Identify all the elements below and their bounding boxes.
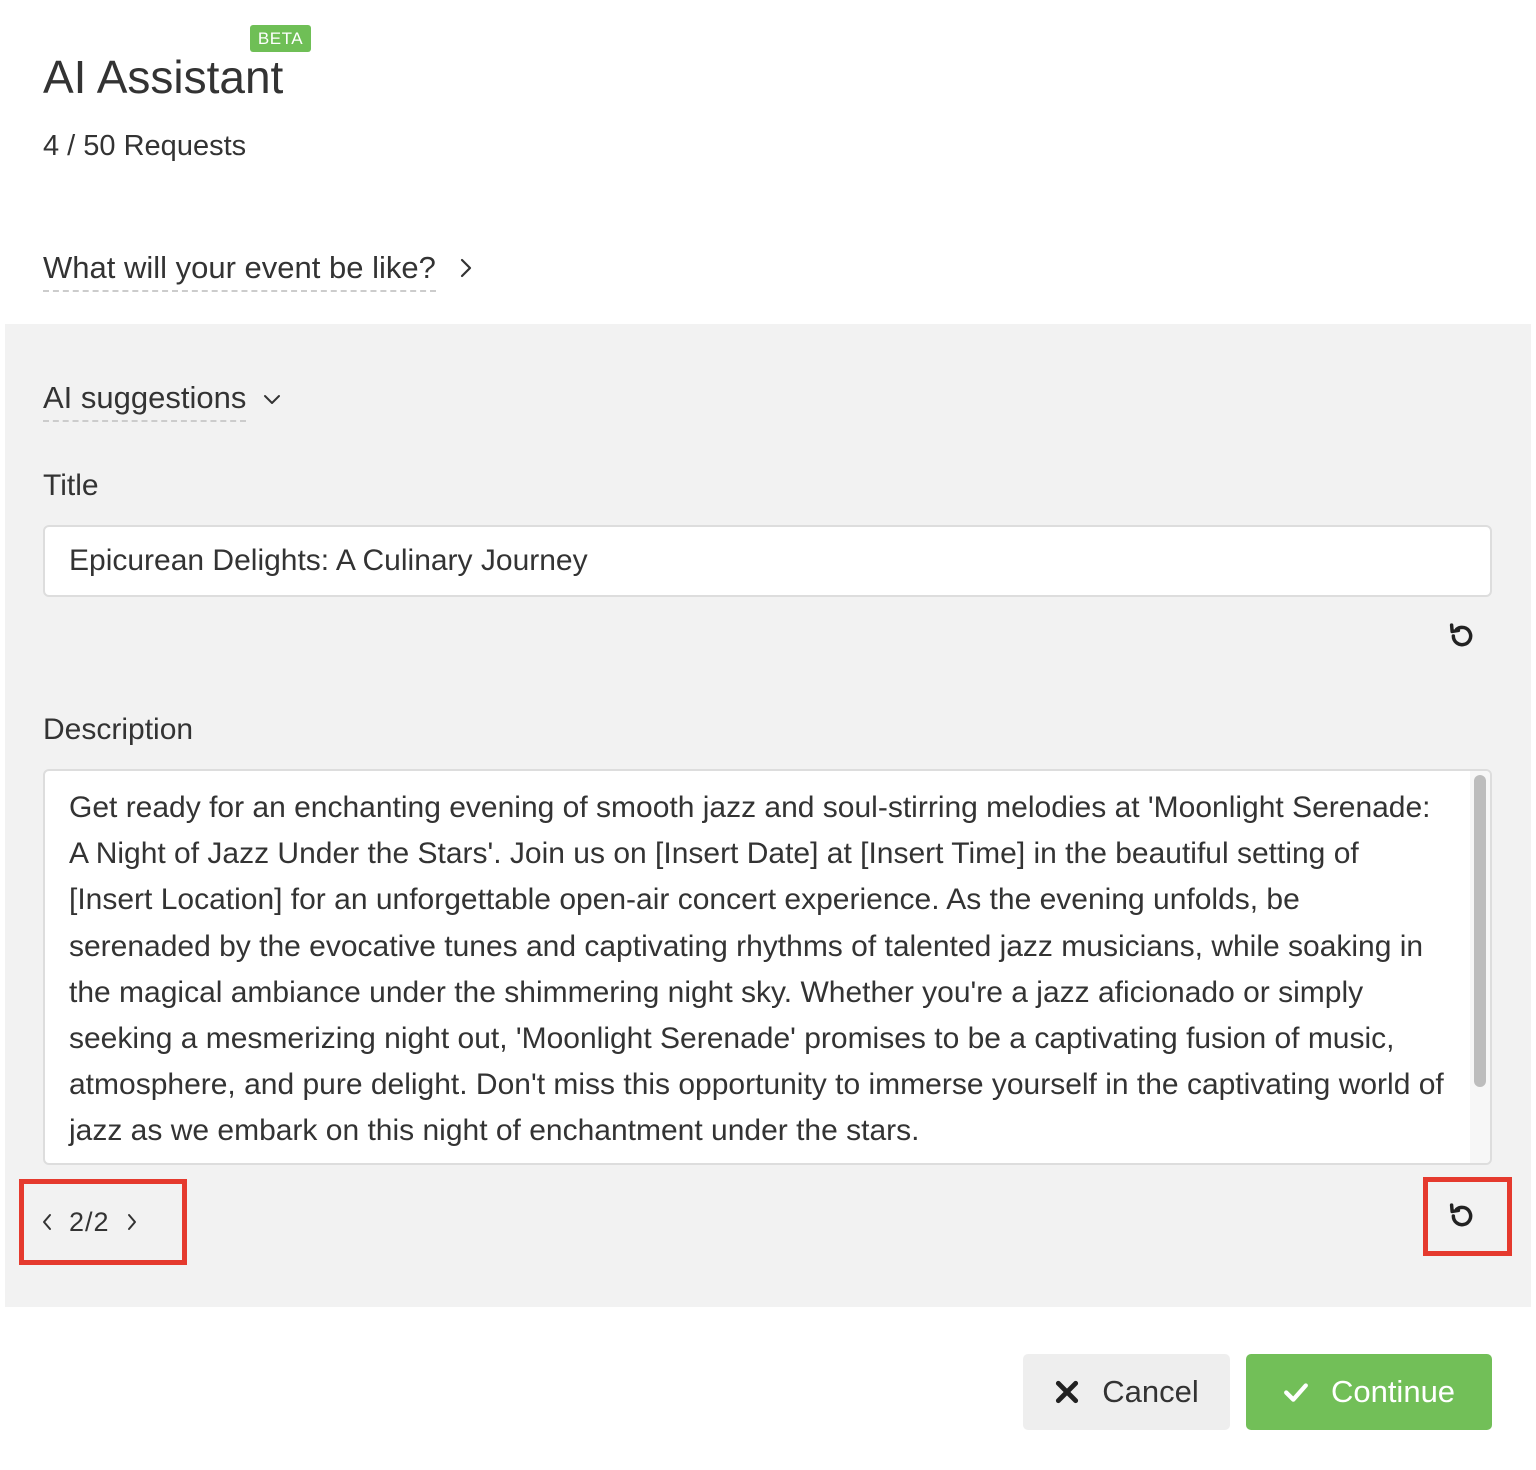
prompt-toggle[interactable]: What will your event be like? xyxy=(43,250,478,292)
scrollbar-thumb[interactable] xyxy=(1474,775,1486,1087)
regenerate-description-button[interactable] xyxy=(1442,1196,1482,1236)
next-suggestion-button[interactable] xyxy=(122,1208,142,1236)
title-input[interactable] xyxy=(43,525,1492,597)
pager-total: 2 xyxy=(93,1206,110,1237)
chevron-left-icon xyxy=(43,1214,51,1230)
x-icon xyxy=(1056,1380,1079,1404)
cancel-button[interactable]: Cancel xyxy=(1023,1354,1230,1430)
suggestion-pager: 2/2 xyxy=(37,1202,167,1242)
previous-suggestion-button[interactable] xyxy=(37,1208,57,1236)
prompt-toggle-label: What will your event be like? xyxy=(43,250,436,292)
description-text: Get ready for an enchanting evening of s… xyxy=(69,791,1444,1148)
chevron-right-icon xyxy=(460,258,471,278)
pager-count: 2/2 xyxy=(69,1207,110,1238)
chevron-down-icon xyxy=(264,395,281,404)
pager-current: 2 xyxy=(69,1206,86,1237)
chevron-right-icon xyxy=(127,1214,136,1230)
page-title: AI Assistant xyxy=(43,51,284,103)
beta-badge: BETA xyxy=(250,25,311,52)
regenerate-title-button[interactable] xyxy=(1442,616,1482,656)
rotate-ccw-icon xyxy=(1449,1203,1473,1227)
rotate-ccw-icon xyxy=(1449,623,1473,647)
description-label: Description xyxy=(43,713,194,746)
continue-label: Continue xyxy=(1330,1374,1456,1409)
ai-suggestions-panel: AI suggestions Title Description Get rea… xyxy=(5,324,1531,1307)
ai-suggestions-label: AI suggestions xyxy=(43,380,247,422)
continue-button[interactable]: Continue xyxy=(1246,1354,1492,1430)
request-counter: 4 / 50 Requests xyxy=(43,130,247,162)
description-scrollbar[interactable] xyxy=(1470,771,1490,1163)
description-textarea[interactable]: Get ready for an enchanting evening of s… xyxy=(43,769,1492,1165)
pager-separator: / xyxy=(85,1206,94,1237)
title-label: Title xyxy=(43,469,99,502)
header: BETA AI Assistant 4 / 50 Requests What w… xyxy=(0,0,1536,324)
check-icon xyxy=(1284,1383,1308,1402)
cancel-label: Cancel xyxy=(1102,1374,1199,1409)
ai-suggestions-toggle[interactable]: AI suggestions xyxy=(43,380,284,422)
